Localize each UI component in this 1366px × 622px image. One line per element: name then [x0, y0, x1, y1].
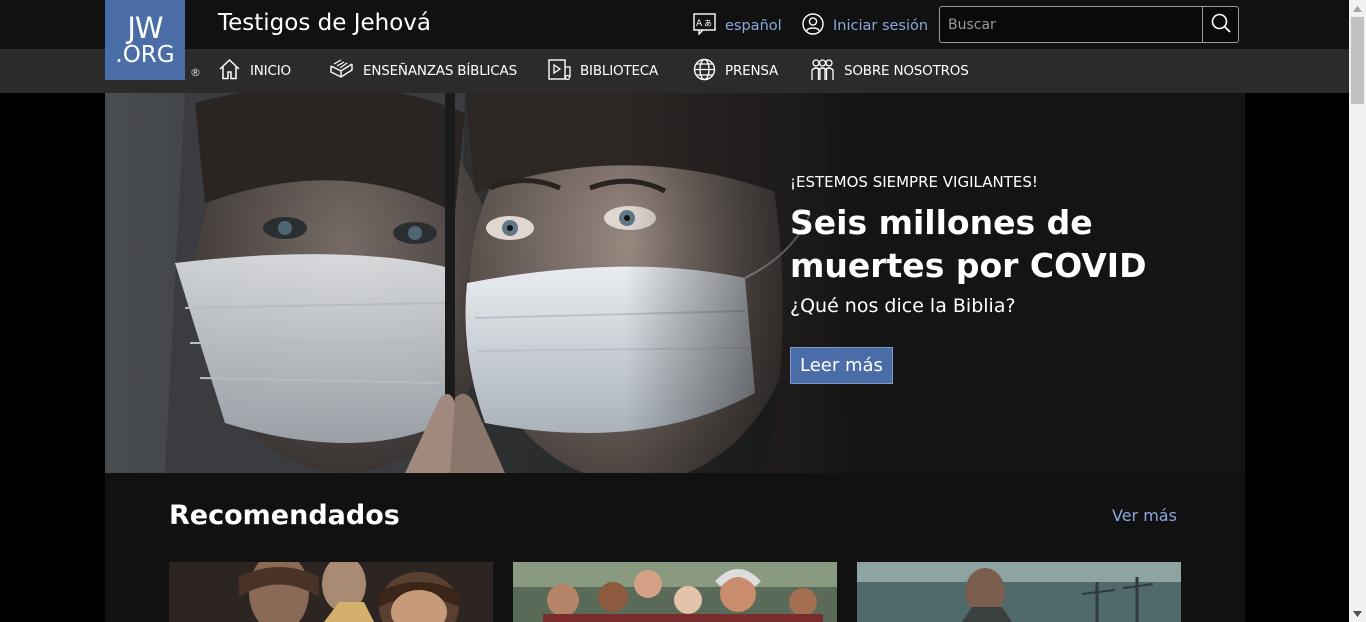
see-more-link[interactable]: Ver más: [1112, 506, 1177, 525]
hero-text: ¡ESTEMOS SIEMPRE VIGILANTES! Seis millon…: [790, 173, 1210, 384]
nav-label: INICIO: [250, 63, 291, 79]
nav-item-prensa[interactable]: PRENSA: [693, 49, 778, 93]
login-label: Iniciar sesión: [833, 18, 929, 34]
hero-subtitle: ¿Qué nos dice la Biblia?: [790, 295, 1016, 317]
globe-icon: [693, 58, 716, 85]
read-more-button[interactable]: Leer más: [790, 347, 893, 384]
open-bible-icon: [329, 58, 354, 84]
search-button[interactable]: [1202, 7, 1238, 42]
top-bar: Testigos de Jehová A あ español Iniciar s…: [0, 0, 1349, 49]
main-nav: INICIO ENSEÑANZAS BÍBLICAS BIBLIOTECA PR…: [0, 49, 1349, 93]
search-input[interactable]: [940, 7, 1202, 42]
login-link[interactable]: Iniciar sesión: [802, 13, 928, 39]
hero-title[interactable]: Seis millones de muertes por COVID: [790, 201, 1210, 287]
svg-text:あ: あ: [704, 19, 712, 28]
scroll-thumb[interactable]: [1351, 17, 1364, 104]
recommended-card-2[interactable]: [513, 562, 837, 622]
nav-item-inicio[interactable]: INICIO: [218, 49, 291, 93]
hero-eyebrow: ¡ESTEMOS SIEMPRE VIGILANTES!: [790, 173, 1038, 191]
scroll-up-arrow-icon[interactable]: [1349, 0, 1366, 17]
nav-label: PRENSA: [725, 63, 779, 79]
nav-label: ENSEÑANZAS BÍBLICAS: [363, 63, 517, 79]
nav-item-sobre-nosotros[interactable]: SOBRE NOSOTROS: [810, 49, 969, 93]
nav-item-biblioteca[interactable]: BIBLIOTECA: [548, 49, 658, 93]
vertical-scrollbar[interactable]: [1349, 0, 1366, 622]
recommended-section: Recomendados Ver más: [105, 473, 1245, 622]
user-icon: [802, 13, 824, 39]
site-title[interactable]: Testigos de Jehová: [218, 10, 431, 36]
hero-banner: ¡ESTEMOS SIEMPRE VIGILANTES! Seis millon…: [105, 93, 1245, 473]
logo-line-1: JW: [127, 10, 163, 45]
logo-line-2: .ORG: [115, 41, 175, 68]
recommended-card-1[interactable]: [169, 562, 493, 622]
home-icon: [218, 58, 241, 84]
search-box: [939, 6, 1239, 43]
nav-label: BIBLIOTECA: [580, 63, 659, 79]
translate-icon: A あ: [693, 13, 716, 39]
language-selector[interactable]: A あ español: [693, 13, 782, 39]
people-icon: [810, 58, 835, 85]
nav-label: SOBRE NOSOTROS: [844, 63, 969, 79]
search-icon: [1210, 12, 1232, 38]
jw-org-logo[interactable]: JW .ORG: [105, 0, 185, 80]
scroll-down-arrow-icon[interactable]: [1349, 605, 1366, 622]
nav-item-ensenanzas[interactable]: ENSEÑANZAS BÍBLICAS: [329, 49, 517, 93]
language-label: español: [725, 18, 782, 34]
registered-mark: ®: [190, 66, 201, 79]
recommended-card-3[interactable]: [857, 562, 1181, 622]
library-media-icon: [548, 58, 571, 85]
svg-text:A: A: [696, 19, 703, 29]
section-title: Recomendados: [169, 500, 400, 531]
